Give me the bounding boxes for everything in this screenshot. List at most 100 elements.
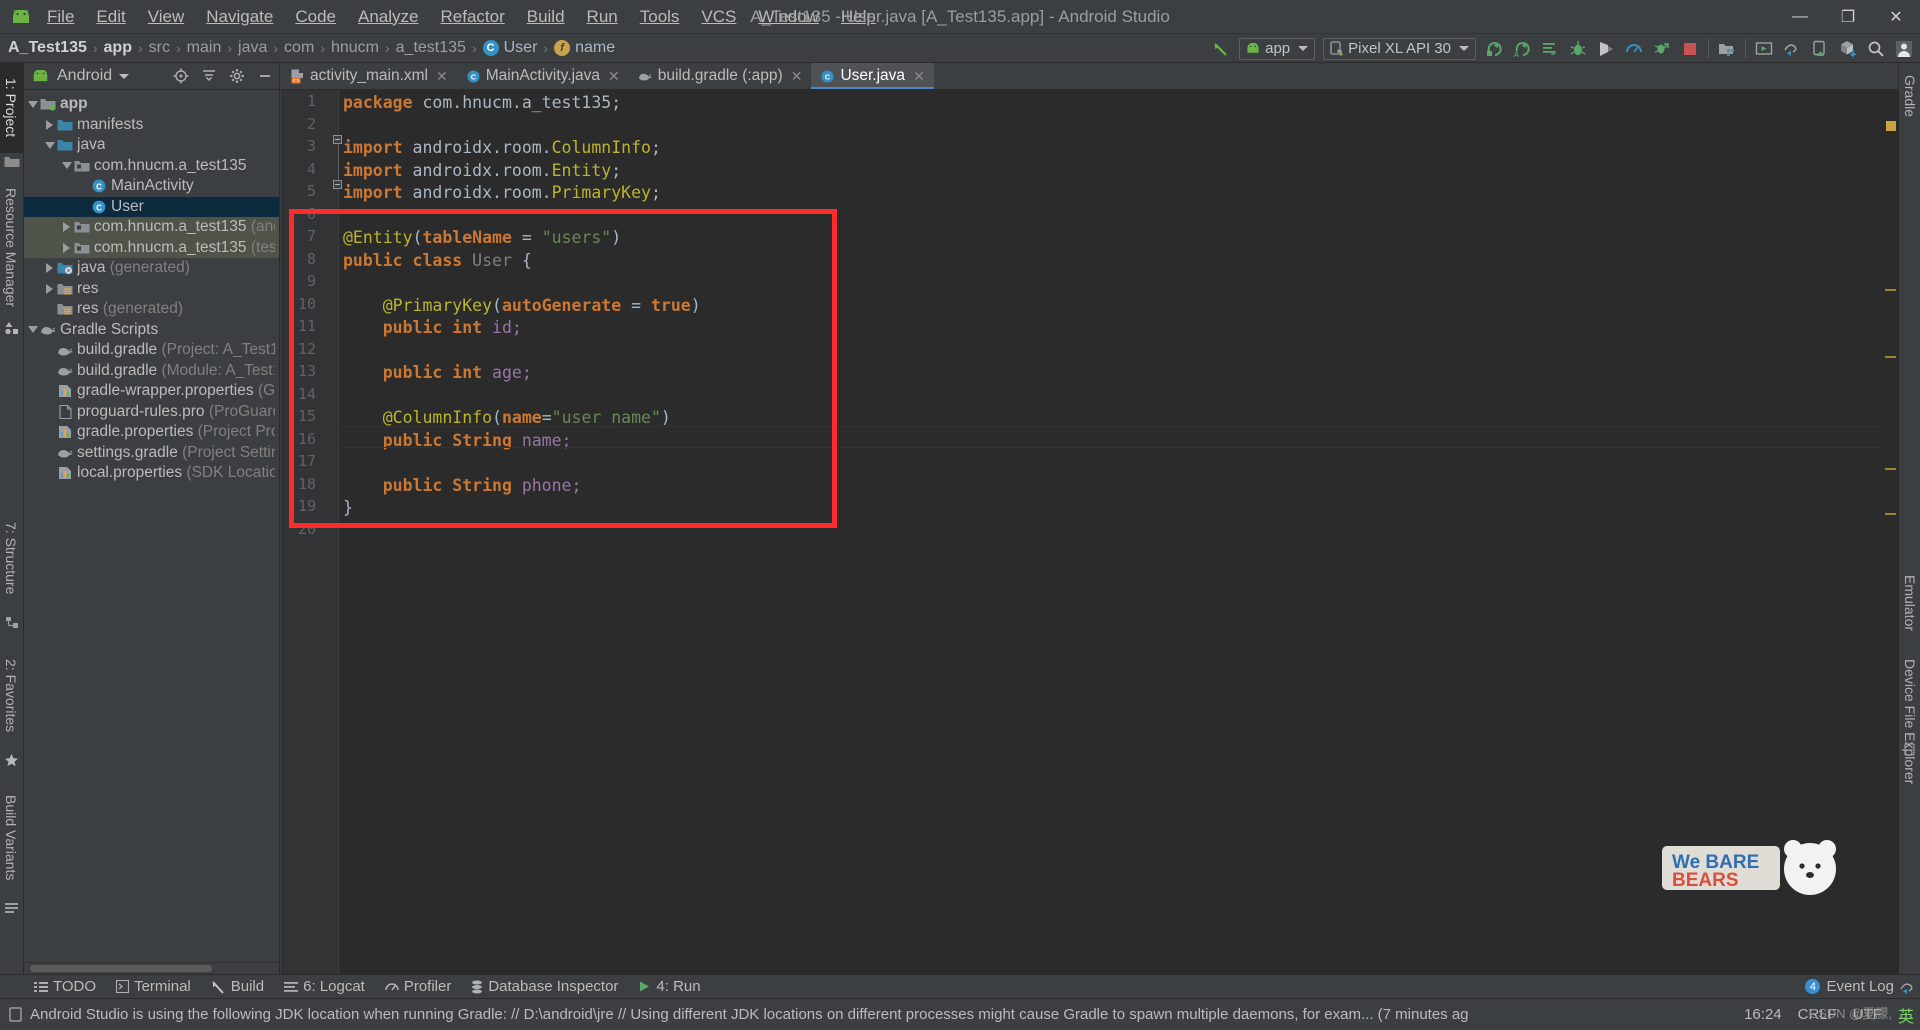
download-component-icon[interactable] <box>1834 35 1862 62</box>
event-log-label[interactable]: Event Log <box>1826 978 1894 995</box>
sidebar-item-favorites[interactable]: 2: Favorites <box>0 641 23 751</box>
module-selector[interactable]: app <box>1239 37 1316 60</box>
warning-marker[interactable] <box>1885 289 1896 291</box>
project-view-selector[interactable]: Android <box>32 67 130 85</box>
sdk-manager-icon[interactable] <box>1713 35 1741 62</box>
code-editor[interactable]: 1 2 3 4 5 6 7 8 9 10 11 12 13 14 15 16 17 18 19 20 package … <box>281 90 1898 974</box>
tree-row[interactable]: Gradle Scripts <box>24 320 279 341</box>
menu-item-build[interactable]: Build <box>516 5 576 29</box>
breadcrumb-item-src[interactable]: src <box>149 39 170 57</box>
warning-marker[interactable] <box>1885 513 1896 515</box>
tree-row[interactable]: java <box>24 135 279 156</box>
menu-item-navigate[interactable]: Navigate <box>195 5 284 29</box>
fold-collapse-icon[interactable] <box>333 135 342 144</box>
editor-gutter[interactable]: 1 2 3 4 5 6 7 8 9 10 11 12 13 14 15 16 17 18 19 20 <box>281 90 338 974</box>
editor-tab[interactable]: C User.java ✕ <box>811 63 935 89</box>
menu-item-vcs[interactable]: VCS <box>690 5 747 29</box>
hide-panel-icon[interactable] <box>253 64 277 88</box>
breadcrumb-item-name-field[interactable]: f name <box>554 39 615 57</box>
fold-collapse-icon[interactable] <box>333 180 342 189</box>
menu-item-refactor[interactable]: Refactor <box>429 5 515 29</box>
bottom-tab-database-inspector[interactable]: Database Inspector <box>461 978 628 995</box>
menu-item-run[interactable]: Run <box>576 5 629 29</box>
close-tab-icon[interactable]: ✕ <box>913 68 925 85</box>
editor-tab[interactable]: <> activity_main.xml ✕ <box>281 63 457 89</box>
scrollbar-thumb[interactable] <box>30 965 212 972</box>
tree-row[interactable]: build.gradle (Module: A_Test135.a <box>24 361 279 382</box>
warning-marker[interactable] <box>1885 468 1896 470</box>
tree-row[interactable]: proguard-rules.pro (ProGuard Rul <box>24 402 279 423</box>
tree-row[interactable]: gradle.properties (Project Proper <box>24 422 279 443</box>
status-message-area[interactable]: Android Studio is using the following JD… <box>8 1006 1469 1023</box>
device-file-explorer-icon[interactable] <box>1806 35 1834 62</box>
run-icon[interactable] <box>1480 35 1508 62</box>
breadcrumb-item-project[interactable]: A_Test135 <box>8 39 87 57</box>
attach-debugger-icon[interactable] <box>1592 35 1620 62</box>
project-tree[interactable]: app manifests java com.hnucm.a_test135 C Main… <box>24 90 279 962</box>
editor-tab[interactable]: C MainActivity.java ✕ <box>457 63 629 89</box>
breadcrumb-item-java[interactable]: java <box>238 39 267 57</box>
sidebar-item-resource-manager[interactable]: Resource Manager <box>0 178 23 318</box>
close-tab-icon[interactable]: ✕ <box>791 68 803 85</box>
tree-row[interactable]: res <box>24 279 279 300</box>
collapse-all-icon[interactable] <box>197 64 221 88</box>
make-project-icon[interactable] <box>1207 35 1235 62</box>
gear-icon[interactable] <box>225 64 249 88</box>
tree-row[interactable]: app <box>24 94 279 115</box>
tree-row[interactable]: com.hnucm.a_test135 (androidTest) <box>24 217 279 238</box>
profiler-icon[interactable] <box>1620 35 1648 62</box>
status-ime-indicator[interactable]: 英 <box>1898 1003 1914 1027</box>
tree-row[interactable]: com.hnucm.a_test135 (test) <box>24 237 279 258</box>
error-stripe-marker-bar[interactable] <box>1884 117 1898 974</box>
menu-item-analyze[interactable]: Analyze <box>347 5 429 29</box>
collapse-arrow-icon[interactable] <box>26 323 39 336</box>
menu-item-tools[interactable]: Tools <box>629 5 691 29</box>
expand-arrow-icon[interactable] <box>43 282 56 295</box>
breadcrumb-item-com[interactable]: com <box>284 39 314 57</box>
tree-row[interactable]: java (generated) <box>24 258 279 279</box>
breadcrumb-item-a-test135[interactable]: a_test135 <box>396 39 466 57</box>
code-folding-bar[interactable] <box>333 90 343 974</box>
menu-item-file[interactable]: File <box>36 5 85 29</box>
warning-marker[interactable] <box>1885 356 1896 358</box>
expand-arrow-icon[interactable] <box>43 118 56 131</box>
tree-row[interactable]: res (generated) <box>24 299 279 320</box>
breadcrumb-item-app[interactable]: app <box>104 39 132 57</box>
bottom-tab-logcat[interactable]: 6: Logcat <box>274 978 375 995</box>
stop-icon[interactable] <box>1676 35 1704 62</box>
editor-tab[interactable]: build.gradle (:app) ✕ <box>629 63 812 89</box>
breadcrumb-item-main[interactable]: main <box>187 39 222 57</box>
menu-item-edit[interactable]: Edit <box>85 5 136 29</box>
layout-inspector-icon[interactable] <box>1900 980 1916 994</box>
tree-row[interactable]: local.properties (SDK Location) <box>24 463 279 484</box>
locate-icon[interactable] <box>169 64 193 88</box>
bottom-tab-build[interactable]: Build <box>201 978 274 995</box>
bottom-tab-run[interactable]: 4: Run <box>628 978 710 995</box>
tree-row[interactable]: gradle-wrapper.properties (Gradl <box>24 381 279 402</box>
sidebar-item-gradle[interactable]: Gradle <box>1899 65 1920 127</box>
close-button[interactable]: ✕ <box>1872 0 1920 34</box>
tree-row[interactable]: C User <box>24 196 279 217</box>
sidebar-item-emulator[interactable]: Emulator <box>1899 563 1920 643</box>
run-anything-icon[interactable] <box>1648 35 1676 62</box>
menu-item-view[interactable]: View <box>137 5 196 29</box>
collapse-arrow-icon[interactable] <box>43 139 56 152</box>
minimize-button[interactable]: — <box>1776 0 1824 34</box>
sidebar-item-structure[interactable]: 7: Structure <box>0 503 23 613</box>
maximize-button[interactable]: ❐ <box>1824 0 1872 34</box>
breadcrumb-item-user-class[interactable]: C User <box>482 39 537 57</box>
sidebar-item-device-file-explorer[interactable]: Device File Explorer <box>1899 653 1920 784</box>
tree-row[interactable]: settings.gradle (Project Settings) <box>24 443 279 464</box>
expand-arrow-icon[interactable] <box>60 221 73 234</box>
close-tab-icon[interactable]: ✕ <box>608 68 620 85</box>
expand-arrow-icon[interactable] <box>43 262 56 275</box>
expand-arrow-icon[interactable] <box>60 241 73 254</box>
tree-row[interactable]: build.gradle (Project: A_Test135) <box>24 340 279 361</box>
bottom-tab-profiler[interactable]: Profiler <box>375 978 462 995</box>
close-tab-icon[interactable]: ✕ <box>436 68 448 85</box>
tree-row[interactable]: C MainActivity <box>24 176 279 197</box>
search-icon[interactable] <box>1862 35 1890 62</box>
profile-avatar[interactable] <box>1890 35 1918 62</box>
inspection-status-icon[interactable] <box>1886 121 1896 131</box>
collapse-arrow-icon[interactable] <box>60 159 73 172</box>
